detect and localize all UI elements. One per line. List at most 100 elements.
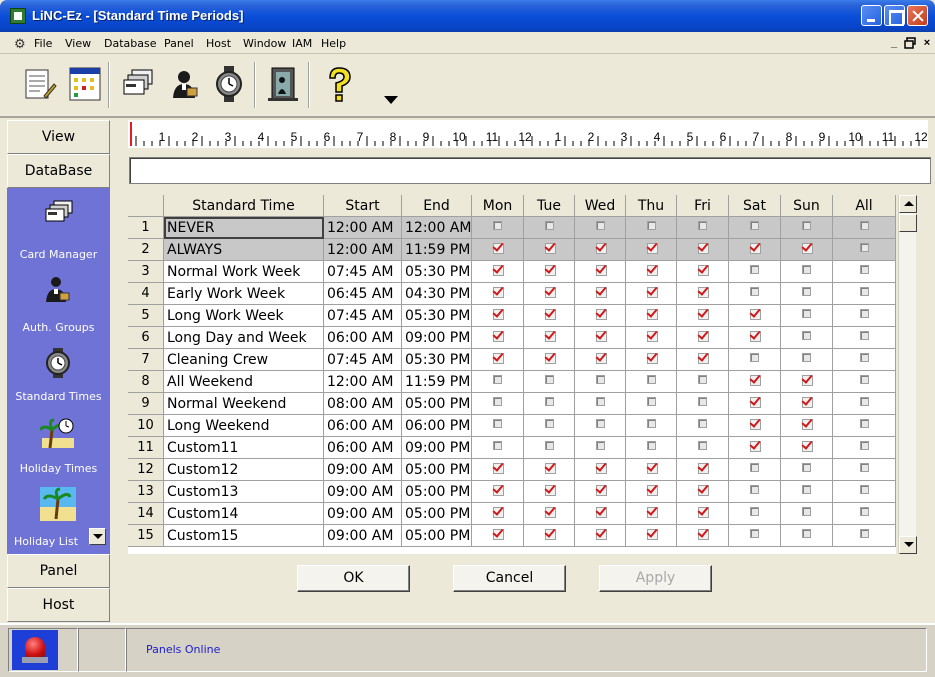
day-checkbox[interactable] [698, 331, 709, 342]
cell-name[interactable]: Long Day and Week [164, 327, 324, 349]
minimize-button[interactable] [861, 5, 882, 26]
cell-start[interactable]: 12:00 AM [324, 371, 402, 393]
cell-end[interactable]: 05:00 PM [402, 459, 472, 481]
day-checkbox[interactable] [802, 375, 813, 386]
cell-end[interactable]: 05:00 PM [402, 525, 472, 547]
cell-end[interactable]: 05:00 PM [402, 481, 472, 503]
column-header-all[interactable]: All [833, 195, 896, 217]
standard-times-icon[interactable] [40, 346, 76, 380]
day-checkbox[interactable] [647, 243, 658, 254]
cell-start[interactable]: 09:00 AM [324, 503, 402, 525]
sidebar-item-auth-groups[interactable]: Auth. Groups [7, 321, 110, 334]
cell-name[interactable]: NEVER [164, 217, 324, 239]
day-checkbox[interactable] [750, 507, 759, 516]
day-checkbox[interactable] [493, 287, 504, 298]
card-manager-icon[interactable] [40, 195, 76, 229]
cell-end[interactable]: 11:59 PM [402, 371, 472, 393]
day-checkbox[interactable] [750, 485, 759, 494]
cell-end[interactable]: 05:00 PM [402, 393, 472, 415]
sidebar-item-card-manager[interactable]: Card Manager [7, 248, 110, 261]
cell-start[interactable]: 07:45 AM [324, 305, 402, 327]
notepad-icon[interactable] [18, 62, 60, 108]
cell-end[interactable]: 05:30 PM [402, 349, 472, 371]
day-checkbox[interactable] [802, 309, 811, 318]
day-checkbox[interactable] [545, 265, 556, 276]
app-icon[interactable] [10, 8, 26, 24]
sidebar-database-button[interactable]: DataBase [7, 154, 110, 188]
day-checkbox[interactable] [647, 309, 658, 320]
cell-start[interactable]: 12:00 AM [324, 239, 402, 261]
day-checkbox[interactable] [545, 331, 556, 342]
day-checkbox[interactable] [802, 265, 811, 274]
column-header-sun[interactable]: Sun [781, 195, 833, 217]
cancel-button[interactable]: Cancel [453, 565, 566, 592]
column-header-wed[interactable]: Wed [575, 195, 626, 217]
cell-start[interactable]: 09:00 AM [324, 481, 402, 503]
column-header-thu[interactable]: Thu [626, 195, 677, 217]
cell-end[interactable]: 05:30 PM [402, 305, 472, 327]
cell-name[interactable]: Early Work Week [164, 283, 324, 305]
day-checkbox[interactable] [698, 221, 707, 230]
day-checkbox[interactable] [647, 287, 658, 298]
table-vertical-scrollbar[interactable] [898, 195, 917, 554]
day-checkbox[interactable] [647, 441, 656, 450]
day-checkbox[interactable] [860, 221, 869, 230]
day-checkbox[interactable] [860, 309, 869, 318]
clock-icon[interactable] [208, 62, 250, 108]
day-checkbox[interactable] [596, 331, 607, 342]
cell-start[interactable]: 09:00 AM [324, 459, 402, 481]
day-checkbox[interactable] [596, 353, 607, 364]
cell-name[interactable]: Normal Weekend [164, 393, 324, 415]
cell-name[interactable]: Custom14 [164, 503, 324, 525]
day-checkbox[interactable] [860, 331, 869, 340]
day-checkbox[interactable] [647, 419, 656, 428]
day-checkbox[interactable] [750, 397, 761, 408]
day-checkbox[interactable] [802, 397, 813, 408]
day-checkbox[interactable] [493, 353, 504, 364]
column-header-sat[interactable]: Sat [729, 195, 781, 217]
cell-name[interactable]: Long Work Week [164, 305, 324, 327]
day-checkbox[interactable] [647, 397, 656, 406]
day-checkbox[interactable] [860, 419, 869, 428]
cell-start[interactable]: 12:00 AM [324, 217, 402, 239]
document-menu-icon[interactable]: ⚙ [14, 36, 26, 52]
column-header-tue[interactable]: Tue [524, 195, 575, 217]
day-checkbox[interactable] [596, 265, 607, 276]
row-number[interactable]: 11 [128, 437, 164, 459]
day-checkbox[interactable] [750, 331, 761, 342]
day-checkbox[interactable] [596, 397, 605, 406]
day-checkbox[interactable] [698, 463, 709, 474]
day-checkbox[interactable] [493, 463, 504, 474]
day-checkbox[interactable] [596, 463, 607, 474]
holiday-times-icon[interactable] [38, 416, 76, 450]
sidebar-item-holiday-times[interactable]: Holiday Times [7, 462, 110, 475]
row-number[interactable]: 6 [128, 327, 164, 349]
day-checkbox[interactable] [596, 485, 607, 496]
column-header-mon[interactable]: Mon [472, 195, 524, 217]
column-header-start[interactable]: Start [324, 195, 402, 217]
cell-end[interactable]: 09:00 PM [402, 437, 472, 459]
row-number[interactable]: 9 [128, 393, 164, 415]
row-number[interactable]: 3 [128, 261, 164, 283]
day-checkbox[interactable] [860, 441, 869, 450]
row-number[interactable]: 12 [128, 459, 164, 481]
day-checkbox[interactable] [698, 353, 709, 364]
day-checkbox[interactable] [545, 529, 556, 540]
cell-name[interactable]: Long Weekend [164, 415, 324, 437]
day-checkbox[interactable] [750, 419, 761, 430]
calendar-icon[interactable] [64, 62, 106, 108]
cell-name[interactable]: Normal Work Week [164, 261, 324, 283]
day-checkbox[interactable] [596, 441, 605, 450]
cell-start[interactable]: 07:45 AM [324, 349, 402, 371]
sidebar-item-holiday-list[interactable]: Holiday List [3, 535, 89, 548]
cell-start[interactable]: 06:00 AM [324, 415, 402, 437]
cell-end[interactable]: 05:30 PM [402, 261, 472, 283]
sidebar-view-button[interactable]: View [7, 120, 110, 154]
day-checkbox[interactable] [545, 221, 554, 230]
day-checkbox[interactable] [596, 221, 605, 230]
row-number[interactable]: 8 [128, 371, 164, 393]
row-number[interactable]: 4 [128, 283, 164, 305]
row-number[interactable]: 14 [128, 503, 164, 525]
cell-start[interactable]: 06:00 AM [324, 327, 402, 349]
row-number[interactable]: 5 [128, 305, 164, 327]
